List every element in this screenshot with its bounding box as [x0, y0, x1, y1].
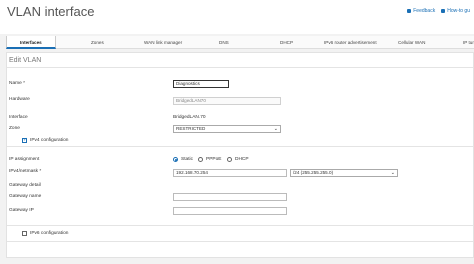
chevron-down-icon: ⌄: [273, 126, 278, 132]
zone-selected-value: RESTRICTED: [176, 126, 206, 131]
interface-value: BridgedLAN.70: [173, 115, 206, 120]
tab-zones[interactable]: Zones: [91, 36, 104, 49]
zone-select[interactable]: RESTRICTED ⌄: [173, 125, 281, 133]
feedback-icon: [407, 9, 412, 13]
section-title: Edit VLAN: [9, 57, 42, 64]
chevron-down-icon: ⌄: [390, 170, 395, 176]
section-divider: [7, 67, 473, 68]
tab-dhcp[interactable]: DHCP: [280, 36, 293, 49]
gateway-name-input[interactable]: [173, 193, 287, 201]
gateway-ip-label: Gateway IP: [9, 208, 34, 213]
how-to-guides-label: How-to gu: [447, 8, 470, 14]
ip-assignment-static-radio[interactable]: [173, 157, 178, 162]
tab-ip-tunnel[interactable]: IP tun: [463, 36, 474, 49]
feedback-link[interactable]: Feedback: [407, 8, 435, 14]
ipv6-divider: [7, 225, 473, 226]
gateway-detail-label: Gateway detail: [9, 183, 41, 188]
hardware-label: Hardware: [9, 97, 30, 102]
ip-assignment-label: IP assignment: [9, 157, 40, 162]
ipv4-address-input[interactable]: 192.168.70.254: [173, 169, 287, 177]
ipv4-configuration-checkbox[interactable]: ✓: [22, 138, 27, 143]
page-title: VLAN interface: [7, 4, 95, 19]
bottom-divider: [7, 241, 473, 242]
how-to-guides-link[interactable]: How-to gu: [441, 8, 470, 14]
interface-label: Interface: [9, 115, 28, 120]
netmask-select[interactable]: /24 (255.255.255.0) ⌄: [290, 169, 398, 177]
ipv6-configuration-label: IPv6 configuration: [30, 231, 69, 236]
tab-cellular-wan[interactable]: Cellular WAN: [398, 36, 425, 49]
ipv4-divider: [7, 146, 473, 147]
tab-dns[interactable]: DNS: [219, 36, 229, 49]
header-bar: VLAN interface Feedback How-to gu: [0, 0, 474, 34]
static-option-label: Static: [181, 157, 193, 162]
tab-ipv6-router-advertisement[interactable]: IPv6 router advertisement: [324, 36, 377, 49]
edit-vlan-panel: Edit VLAN Name * Diagnostics Hardware Br…: [6, 52, 474, 258]
name-label: Name *: [9, 81, 25, 86]
ipv6-configuration-checkbox[interactable]: [22, 231, 27, 236]
netmask-selected-value: /24 (255.255.255.0): [293, 170, 334, 175]
help-icon: [441, 9, 446, 13]
ip-assignment-pppoe-radio[interactable]: [198, 157, 203, 162]
feedback-label: Feedback: [413, 8, 436, 14]
gateway-ip-input[interactable]: [173, 207, 287, 215]
ip-assignment-dhcp-radio[interactable]: [227, 157, 232, 162]
tab-interfaces[interactable]: Interfaces: [6, 36, 56, 49]
tab-bar: Interfaces Zones WAN link manager DNS DH…: [6, 36, 474, 49]
tab-wan-link-manager[interactable]: WAN link manager: [144, 36, 182, 49]
ipv4-netmask-label: IPv4/netmask *: [9, 169, 42, 174]
gateway-name-label: Gateway name: [9, 194, 42, 199]
header-links: Feedback How-to gu: [407, 8, 470, 14]
name-input[interactable]: Diagnostics: [173, 80, 229, 88]
hardware-field: BridgedLAN70: [173, 97, 281, 105]
pppoe-option-label: PPPoE: [206, 157, 222, 162]
ipv4-configuration-label: IPv4 configuration: [30, 138, 69, 143]
dhcp-option-label: DHCP: [235, 157, 249, 162]
zone-label: Zone: [9, 126, 20, 131]
